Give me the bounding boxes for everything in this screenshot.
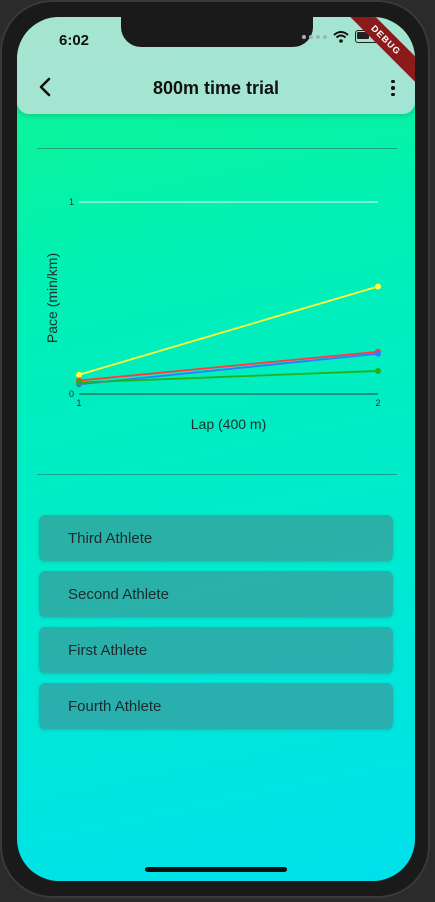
athlete-button-label: Fourth Athlete xyxy=(68,698,162,715)
athlete-button-label: Second Athlete xyxy=(68,586,169,603)
top-divider xyxy=(37,148,397,149)
athlete-button-label: First Athlete xyxy=(68,642,148,659)
x-axis-title: Lap (400 m) xyxy=(191,416,266,432)
x-tick-label: 1 xyxy=(76,398,81,408)
pace-chart: 011 2Lap (400 m)Pace (min/km) xyxy=(44,197,381,432)
more-options-button[interactable] xyxy=(385,77,401,99)
signal-icon xyxy=(302,34,327,39)
athlete-button[interactable]: Fourth Athlete xyxy=(39,683,393,729)
notch xyxy=(121,17,313,47)
data-point xyxy=(375,367,381,374)
series-line xyxy=(78,285,379,376)
athlete-button-label: Third Athlete xyxy=(68,530,153,547)
data-point xyxy=(375,283,381,290)
data-point xyxy=(76,371,82,378)
more-vertical-icon xyxy=(391,79,395,84)
page-title: 800m time trial xyxy=(152,78,280,98)
x-tick-label: 2 xyxy=(375,398,380,408)
status-time: 6:02 xyxy=(59,32,90,49)
app-screen: 800m time trial 6:02 DEBUG 0 1 1 2 Lap (400 xyxy=(17,17,415,881)
y-tick-label: 1 xyxy=(69,197,74,207)
wifi-icon xyxy=(333,30,349,43)
athlete-button[interactable]: Second Athlete xyxy=(39,571,393,617)
bottom-divider xyxy=(37,474,397,475)
athlete-button[interactable]: First Athlete xyxy=(39,627,393,673)
series-line xyxy=(78,352,379,386)
y-axis-title: Pace (min/km) xyxy=(44,253,60,343)
data-point xyxy=(375,350,381,357)
home-indicator xyxy=(145,867,287,872)
data-point xyxy=(76,379,82,386)
athlete-button[interactable]: Third Athlete xyxy=(39,515,393,561)
y-tick-label: 0 xyxy=(69,389,74,399)
status-bar: 6:02 xyxy=(17,17,415,63)
